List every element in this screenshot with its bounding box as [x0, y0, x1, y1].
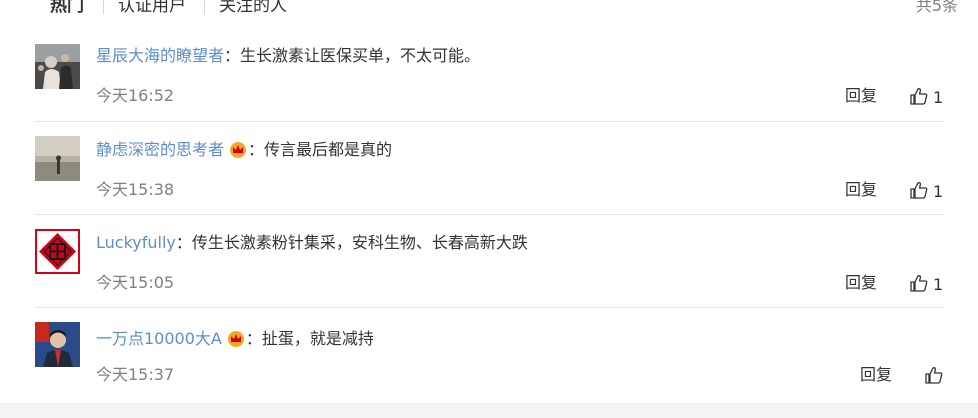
- reply-button[interactable]: 回复: [845, 273, 877, 293]
- tab-divider: [204, 0, 205, 14]
- thumbs-up-icon: [925, 367, 943, 384]
- comment-divider: [35, 121, 943, 122]
- comment-line: Luckyfully：传生长激素粉针集采，安科生物、长春高新大跌: [96, 233, 528, 253]
- name-separator: ：: [224, 46, 241, 65]
- tab-verified-users[interactable]: 认证用户: [118, 0, 186, 16]
- thumbs-up-icon: [910, 275, 928, 292]
- comment-time: 今天16:52: [96, 86, 175, 105]
- username-link[interactable]: 静虑深密的思考者: [96, 140, 224, 159]
- comment-time: 今天15:05: [96, 273, 175, 292]
- comment-line: 星辰大海的瞭望者：生长激素让医保买单，不太可能。: [96, 46, 480, 66]
- comment-text: 传言最后都是真的: [264, 140, 393, 159]
- comment-text: 生长激素让医保买单，不太可能。: [240, 46, 481, 65]
- tab-divider: [103, 0, 104, 14]
- avatar[interactable]: [35, 322, 80, 367]
- username-link[interactable]: Luckyfully: [96, 233, 176, 252]
- reply-button[interactable]: 回复: [845, 86, 877, 106]
- avatar[interactable]: [35, 136, 80, 181]
- comment-line: 静虑深密的思考者 ：传言最后都是真的: [96, 140, 392, 163]
- like-count: 1: [933, 275, 944, 294]
- comment-line: 一万点10000大A ：扯蛋，就是减持: [96, 329, 374, 352]
- reply-button[interactable]: 回复: [860, 365, 892, 385]
- comment-time: 今天15:37: [96, 365, 175, 384]
- comment-divider: [35, 307, 943, 308]
- thumbs-up-icon: [910, 182, 928, 199]
- tab-following[interactable]: 关注的人: [219, 0, 287, 16]
- name-separator: ：: [248, 140, 265, 159]
- reply-button[interactable]: 回复: [845, 180, 877, 200]
- username-link[interactable]: 星辰大海的瞭望者: [96, 46, 224, 65]
- bottom-band: [0, 403, 978, 418]
- tab-hot[interactable]: 热门: [50, 0, 84, 16]
- crown-icon: [226, 329, 246, 352]
- comment-divider: [35, 214, 943, 215]
- avatar[interactable]: [35, 44, 80, 89]
- like-count: 1: [933, 182, 944, 201]
- username-link[interactable]: 一万点10000大A: [96, 329, 222, 348]
- name-separator: ：: [245, 329, 262, 348]
- comment-text: 传生长激素粉针集采，安科生物、长春高新大跌: [191, 233, 528, 252]
- like-count: 1: [933, 88, 944, 107]
- crown-icon: [228, 140, 248, 163]
- name-separator: ：: [175, 233, 192, 252]
- comment-count: 共5条: [915, 0, 958, 15]
- comment-text: 扯蛋，就是减持: [261, 329, 374, 348]
- avatar[interactable]: [35, 229, 80, 274]
- comment-time: 今天15:38: [96, 180, 175, 199]
- comment-tabs: 热门 认证用户 关注的人 共5条: [0, 0, 978, 20]
- thumbs-up-icon: [910, 88, 928, 105]
